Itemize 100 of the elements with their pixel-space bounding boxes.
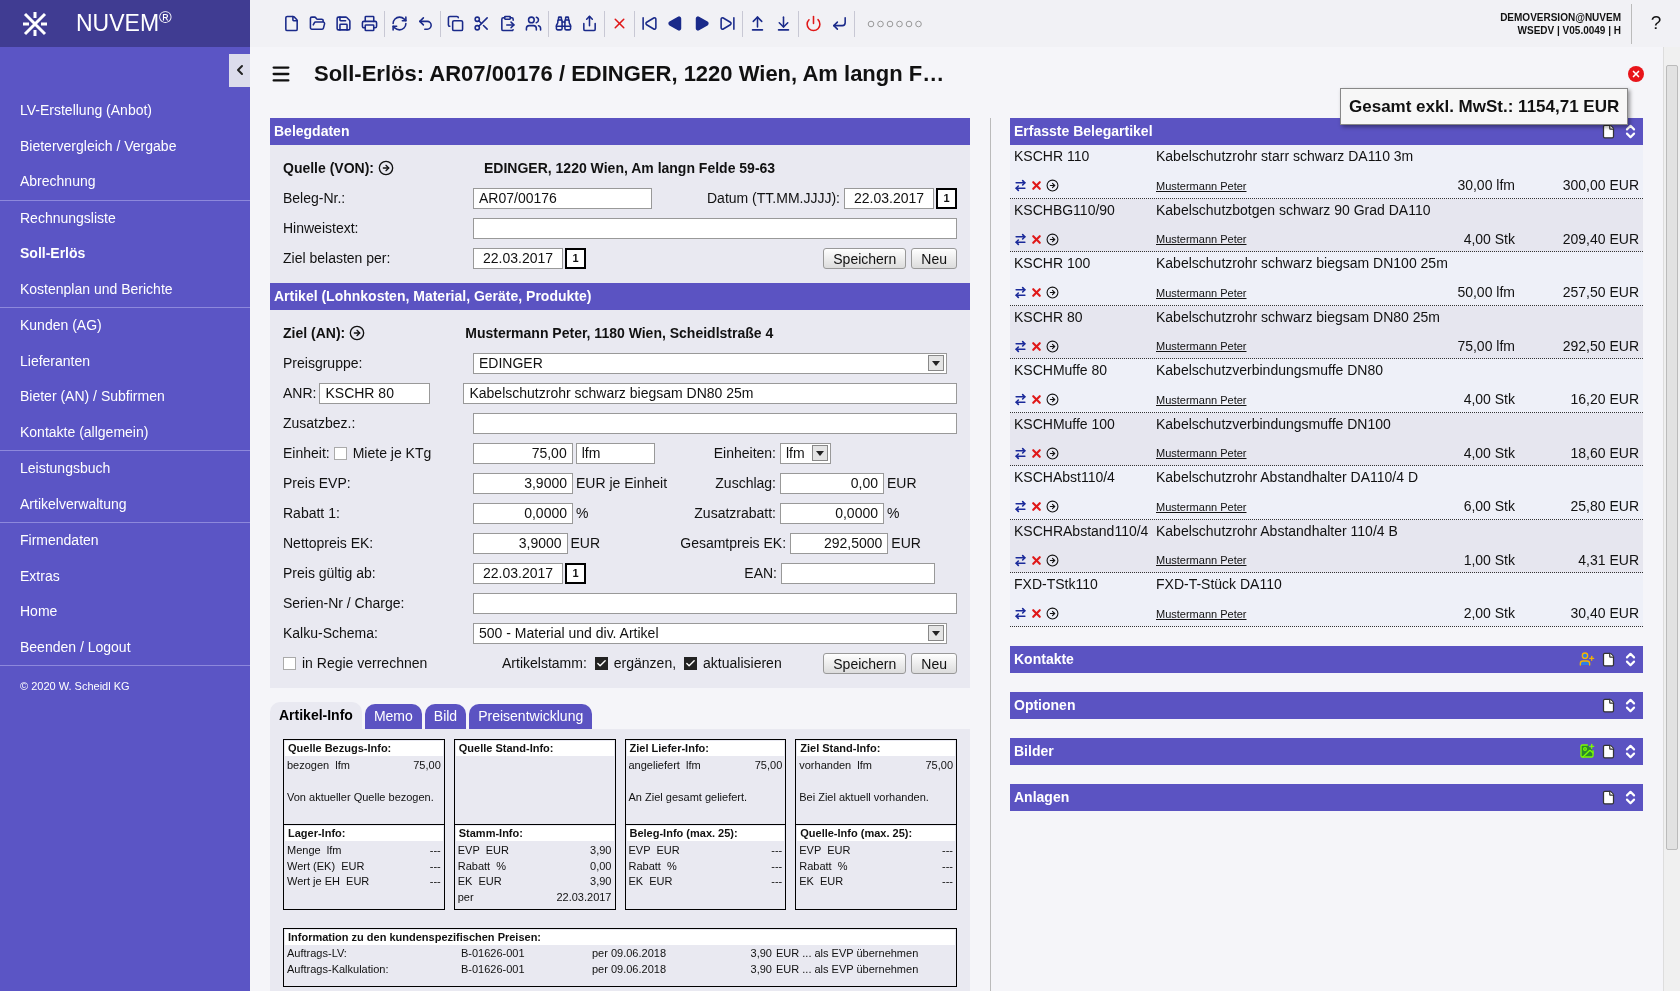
scissors-icon[interactable]: [473, 15, 490, 32]
swap-icon[interactable]: [1014, 553, 1027, 567]
folder-icon[interactable]: [309, 15, 326, 32]
select-field[interactable]: lfm: [780, 442, 831, 464]
dropdown-button[interactable]: [928, 355, 944, 371]
power-icon[interactable]: [805, 15, 822, 32]
swap-icon[interactable]: [1014, 446, 1027, 460]
person-link[interactable]: Mustermann Peter: [1156, 284, 1247, 301]
person-link[interactable]: Mustermann Peter: [1156, 231, 1247, 248]
next-icon[interactable]: [693, 15, 710, 32]
input-field[interactable]: [473, 217, 957, 239]
document-icon[interactable]: [1601, 124, 1616, 139]
swap-icon[interactable]: [1014, 393, 1027, 407]
tab[interactable]: Bild: [424, 704, 467, 729]
checkbox[interactable]: [333, 446, 347, 460]
document-icon[interactable]: [1601, 697, 1616, 713]
go-to-icon[interactable]: [1046, 339, 1059, 353]
sidebar-item[interactable]: Bieter (AN) / Subfirmen: [0, 379, 250, 415]
delete-icon[interactable]: [1030, 500, 1043, 514]
document-icon[interactable]: [1601, 789, 1616, 805]
person-link[interactable]: Mustermann Peter: [1156, 445, 1247, 462]
tab[interactable]: Preisentwicklung: [469, 704, 593, 729]
input-field[interactable]: [473, 592, 957, 614]
section-header[interactable]: Anlagen: [1010, 783, 1643, 811]
apply-price-link[interactable]: EUR ... als EVP übernehmen: [776, 961, 919, 977]
input-field[interactable]: lfm: [575, 442, 655, 464]
sidebar-item[interactable]: Soll-Erlös: [0, 236, 250, 272]
calendar-button[interactable]: 1: [565, 562, 586, 584]
go-to-icon[interactable]: [1046, 179, 1059, 193]
swap-icon[interactable]: [1014, 232, 1027, 246]
sidebar-item[interactable]: Firmendaten: [0, 523, 250, 559]
tab[interactable]: Artikel-Info: [270, 702, 362, 729]
scrollbar[interactable]: [1663, 47, 1680, 991]
input-field[interactable]: 292,5000: [790, 532, 889, 554]
download-icon[interactable]: [775, 15, 792, 32]
swap-icon[interactable]: [1014, 179, 1027, 193]
input-field[interactable]: AR07/00176: [473, 187, 652, 209]
person-link[interactable]: Mustermann Peter: [1156, 605, 1247, 622]
document-icon[interactable]: [1601, 651, 1616, 667]
sidebar-item[interactable]: Abrechnung: [0, 164, 250, 200]
sidebar-item[interactable]: Bietervergleich / Vergabe: [0, 128, 250, 164]
form-button[interactable]: Neu: [911, 652, 957, 674]
form-button[interactable]: Speichern: [823, 247, 907, 269]
checkbox[interactable]: [684, 656, 698, 670]
collapse-button[interactable]: [229, 53, 250, 87]
go-to-icon[interactable]: [1046, 553, 1059, 567]
person-link[interactable]: Mustermann Peter: [1156, 391, 1247, 408]
delete-icon[interactable]: [1030, 393, 1043, 407]
previous-icon[interactable]: [667, 15, 684, 32]
upload-icon[interactable]: [749, 15, 766, 32]
person-link[interactable]: Mustermann Peter: [1156, 177, 1247, 194]
delete-icon[interactable]: [1030, 286, 1043, 300]
sidebar-item[interactable]: Home: [0, 594, 250, 630]
input-field[interactable]: 3,9000: [473, 472, 573, 494]
undo-icon[interactable]: [417, 15, 434, 32]
go-to-icon[interactable]: [378, 160, 394, 176]
input-field[interactable]: 0,00: [780, 472, 884, 494]
delete-icon[interactable]: [1030, 607, 1043, 621]
binoculars-icon[interactable]: [555, 15, 572, 32]
input-field[interactable]: [473, 412, 957, 434]
go-to-icon[interactable]: [1046, 232, 1059, 246]
delete-icon[interactable]: [1030, 179, 1043, 193]
input-field[interactable]: 22.03.2017: [473, 562, 563, 584]
sidebar-item[interactable]: LV-Erstellung (Anbot): [0, 93, 250, 129]
go-to-icon[interactable]: [1046, 446, 1059, 460]
close-icon[interactable]: [1628, 65, 1644, 82]
sidebar-item[interactable]: Leistungsbuch: [0, 451, 250, 487]
input-field[interactable]: 3,9000: [473, 532, 568, 554]
form-button[interactable]: Neu: [911, 247, 957, 269]
person-link[interactable]: Mustermann Peter: [1156, 498, 1247, 515]
sidebar-item[interactable]: Extras: [0, 558, 250, 594]
go-to-icon[interactable]: [1046, 500, 1059, 514]
sidebar-item[interactable]: Kontakte (allgemein): [0, 414, 250, 450]
input-field[interactable]: 0,0000: [473, 502, 573, 524]
section-header[interactable]: Bilder: [1010, 737, 1643, 765]
delete-icon[interactable]: [1030, 339, 1043, 353]
input-field[interactable]: 75,00: [472, 442, 573, 464]
input-field[interactable]: 0,0000: [780, 502, 884, 524]
swap-icon[interactable]: [1014, 607, 1027, 621]
copy-icon[interactable]: [447, 15, 464, 32]
people-icon[interactable]: [525, 15, 542, 32]
document-icon[interactable]: [1601, 743, 1616, 759]
sidebar-item[interactable]: Kunden (AG): [0, 308, 250, 344]
input-field[interactable]: KSCHR 80: [319, 382, 431, 404]
input-field[interactable]: 22.03.2017: [473, 247, 563, 269]
sidebar-item[interactable]: Lieferanten: [0, 343, 250, 379]
delete-icon[interactable]: [1030, 446, 1043, 460]
add-image-icon[interactable]: [1579, 743, 1595, 759]
paste-icon[interactable]: [499, 15, 516, 32]
section-header[interactable]: Optionen: [1010, 691, 1643, 719]
go-to-icon[interactable]: [349, 325, 366, 341]
swap-icon[interactable]: [1014, 339, 1027, 353]
new-file-icon[interactable]: [283, 15, 300, 32]
delete-icon[interactable]: [1030, 232, 1043, 246]
form-button[interactable]: Speichern: [823, 652, 907, 674]
go-to-icon[interactable]: [1046, 607, 1059, 621]
sidebar-item[interactable]: Rechnungsliste: [0, 200, 250, 236]
tab[interactable]: Memo: [364, 704, 422, 729]
checkbox[interactable]: [283, 656, 296, 670]
printer-icon[interactable]: [361, 15, 378, 32]
